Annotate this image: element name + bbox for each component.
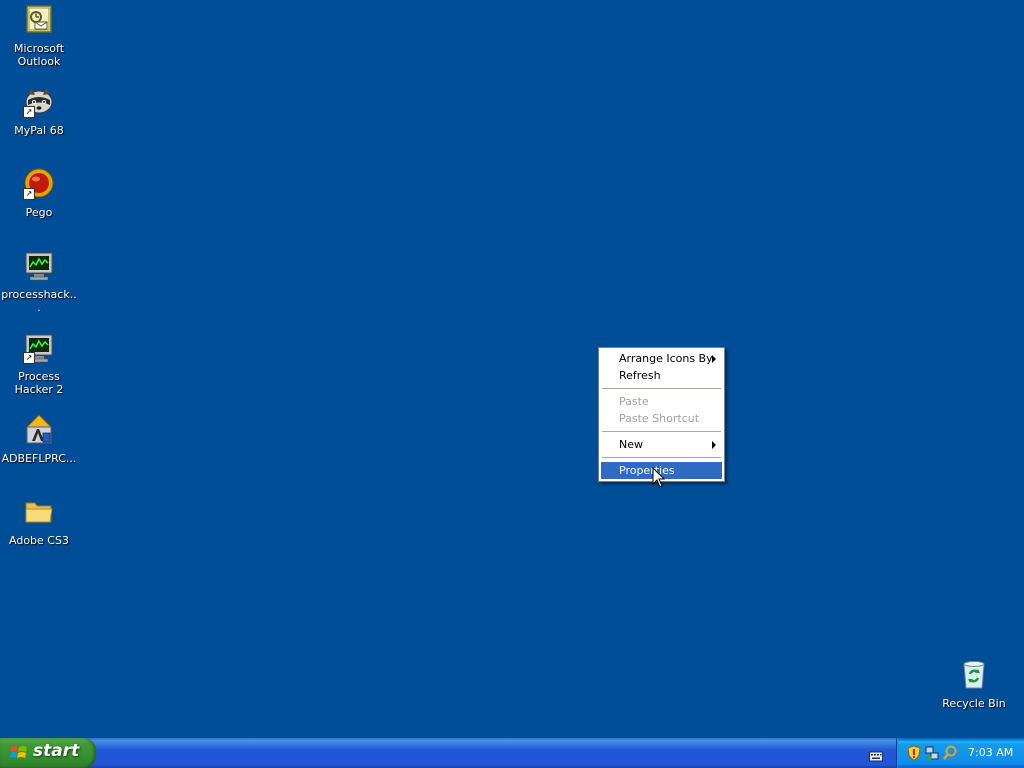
adobe-flash-installer-icon [23,414,55,446]
menu-item-label: Paste Shortcut [619,412,700,425]
desktop-icon-label: processhack... [1,288,77,314]
menu-item-label: Properties [619,464,675,477]
recycle-bin-icon [958,659,990,691]
outlook-icon [23,4,55,36]
desktop-icon-process-hacker-2[interactable]: ↗ Process Hacker 2 [0,332,78,396]
mouse-pointer-icon [652,466,666,489]
menu-item-label: Refresh [619,369,661,382]
desktop-icon-adobe-cs3[interactable]: Adobe CS3 [0,496,78,547]
taskbar-clock[interactable]: 7:03 AM [968,746,1013,759]
folder-icon [23,496,55,528]
menu-item-refresh[interactable]: Refresh [601,367,722,384]
desktop-icon-adobe-flash-installer[interactable]: ADBEFLPRC... [0,414,78,465]
start-button[interactable]: start [0,738,96,768]
keyboard-icon[interactable] [869,747,883,762]
desktop-icon-label: Recycle Bin [942,697,1006,710]
desktop-icon-recycle-bin[interactable]: Recycle Bin [935,659,1013,710]
menu-separator [602,388,721,389]
taskbar: start 7:03 AM [0,738,1024,768]
shortcut-arrow-icon: ↗ [23,352,35,364]
desktop-icon-label: Adobe CS3 [9,534,69,547]
menu-item-paste-shortcut: Paste Shortcut [601,410,722,427]
menu-item-new[interactable]: New [601,436,722,453]
desktop-icon-label: Process Hacker 2 [14,370,64,396]
menu-item-label: Paste [619,395,649,408]
process-hacker-icon [23,250,55,282]
desktop-icon-label: Pego [25,206,53,219]
start-button-label: start [33,741,80,761]
desktop-icon-mypal-68[interactable]: ↗ MyPal 68 [0,86,78,137]
desktop-icon-label: ADBEFLPRC... [1,452,77,465]
process-hacker-icon: ↗ [23,332,55,364]
menu-separator [602,431,721,432]
menu-separator [602,457,721,458]
desktop-icon-pego[interactable]: ↗ Pego [0,168,78,219]
submenu-arrow-icon [712,355,716,363]
menu-item-paste: Paste [601,393,722,410]
menu-item-label: New [619,438,643,451]
windows-logo-icon [10,745,28,761]
desktop-icon-processhacker-installer[interactable]: processhack... [0,250,78,314]
menu-item-arrange-icons-by[interactable]: Arrange Icons By [601,350,722,367]
shortcut-arrow-icon: ↗ [23,106,35,118]
desktop-icon-label: MyPal 68 [14,124,64,137]
submenu-arrow-icon [712,441,716,449]
desktop-icon-microsoft-outlook[interactable]: Microsoft Outlook [0,4,78,68]
security-shield-icon[interactable] [907,745,921,761]
network-icon[interactable] [925,745,939,761]
shortcut-arrow-icon: ↗ [23,188,35,200]
desktop-context-menu: Arrange Icons By Refresh Paste Paste Sho… [598,347,725,482]
menu-item-label: Arrange Icons By [619,352,713,365]
desktop[interactable]: Microsoft Outlook ↗ MyPal 68 ↗ Pego proc… [0,0,1024,738]
desktop-icon-label: Microsoft Outlook [13,42,65,68]
search-icon[interactable] [943,745,957,761]
mypal-raccoon-icon: ↗ [23,86,55,118]
pego-icon: ↗ [23,168,55,200]
